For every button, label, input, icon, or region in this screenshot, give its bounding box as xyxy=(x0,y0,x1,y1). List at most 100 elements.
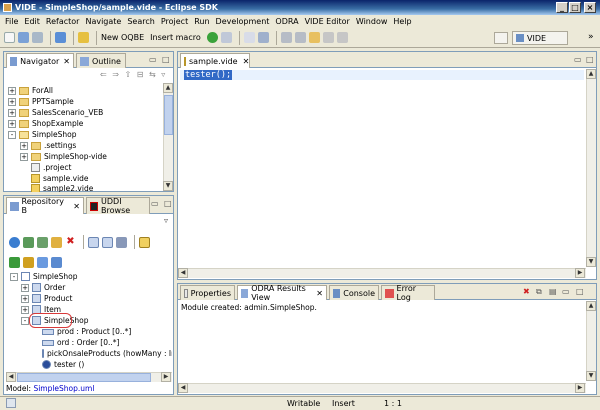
minimize-view-icon[interactable]: ▭ xyxy=(562,287,570,296)
scroll-down-arrow-icon[interactable]: ▼ xyxy=(586,371,596,381)
scroll-down-arrow-icon[interactable]: ▼ xyxy=(163,181,173,191)
tab-navigator[interactable]: Navigator ✕ xyxy=(6,53,74,68)
tab-properties[interactable]: Properties xyxy=(180,285,235,300)
editor-hscrollbar[interactable]: ◀ ▶ xyxy=(178,268,586,278)
new-file-icon[interactable] xyxy=(4,32,15,43)
settings-gear-icon[interactable] xyxy=(116,236,127,248)
close-icon[interactable]: ✕ xyxy=(73,202,80,211)
view-menu-icon[interactable]: ▿ xyxy=(161,70,165,79)
list-item[interactable]: + SimpleShop-vide xyxy=(20,151,107,162)
maximize-button[interactable]: □ xyxy=(569,2,581,13)
scroll-thumb[interactable] xyxy=(164,95,173,135)
back-arrow-icon[interactable]: ⇐ xyxy=(100,70,107,79)
collapse-all-icon[interactable]: ⊟ xyxy=(137,70,144,79)
navigator-scrollbar[interactable]: ▲ ▼ xyxy=(163,83,173,191)
expand-toggle[interactable]: + xyxy=(8,97,16,106)
tab-repository-browser[interactable]: Repository B ✕ xyxy=(6,197,84,215)
view-menu-icon[interactable]: ▿ xyxy=(164,216,168,225)
tab-sample-vide[interactable]: sample.vide ✕ xyxy=(180,53,250,68)
menu-run[interactable]: Run xyxy=(191,17,212,26)
fast-view-icon[interactable] xyxy=(6,398,16,408)
close-icon[interactable]: ✕ xyxy=(63,57,70,66)
macro-icon[interactable] xyxy=(23,256,34,268)
insert-macro-button[interactable]: Insert macro xyxy=(150,33,201,42)
list-item[interactable]: + .settings xyxy=(20,140,76,151)
expand-toggle[interactable]: - xyxy=(8,130,16,139)
delete-icon[interactable]: ✖ xyxy=(65,236,76,248)
list-item[interactable]: prod : Product [0..*] xyxy=(42,326,131,337)
up-icon[interactable]: ⇧ xyxy=(125,70,132,79)
class-view-icon[interactable] xyxy=(102,236,113,248)
scroll-right-arrow-icon[interactable]: ▶ xyxy=(575,268,585,278)
scroll-right-arrow-icon[interactable]: ▶ xyxy=(575,383,585,393)
vide-perspective-button[interactable]: VIDE xyxy=(512,31,568,45)
list-item[interactable]: - SimpleShop xyxy=(10,271,77,282)
diagram-icon[interactable] xyxy=(51,256,62,268)
scroll-up-arrow-icon[interactable]: ▲ xyxy=(586,69,596,79)
maximize-view-icon[interactable]: □ xyxy=(576,287,584,296)
expand-toggle[interactable]: - xyxy=(21,316,29,325)
import-icon[interactable] xyxy=(37,236,48,248)
expand-toggle[interactable]: + xyxy=(21,305,29,314)
forward-icon[interactable] xyxy=(336,32,348,43)
list-item[interactable]: sample.vide xyxy=(31,173,89,184)
maximize-view-icon[interactable]: □ xyxy=(586,55,594,64)
more-perspectives-button[interactable]: » xyxy=(588,32,594,42)
tab-odra-results[interactable]: ODRA Results View ✕ xyxy=(237,284,327,302)
connect-icon[interactable] xyxy=(9,236,20,248)
expand-toggle[interactable]: - xyxy=(10,272,18,281)
list-item[interactable]: .project xyxy=(31,162,71,173)
scroll-thumb[interactable] xyxy=(17,373,151,382)
list-item[interactable]: + Order xyxy=(21,282,65,293)
menu-development[interactable]: Development xyxy=(213,17,273,26)
back-icon[interactable] xyxy=(322,32,334,43)
tab-outline[interactable]: Outline xyxy=(76,53,126,68)
scroll-up-arrow-icon[interactable]: ▲ xyxy=(163,83,173,93)
menu-help[interactable]: Help xyxy=(390,17,414,26)
list-item[interactable]: ord : Order [0..*] xyxy=(42,337,119,348)
code-line[interactable]: tester(); xyxy=(184,70,233,80)
new-oqbe-button[interactable]: New OQBE xyxy=(101,33,144,42)
scroll-left-arrow-icon[interactable]: ◀ xyxy=(178,383,188,393)
console-view-icon[interactable]: ▤ xyxy=(549,287,557,296)
add-icon[interactable] xyxy=(9,256,20,268)
run-icon[interactable] xyxy=(206,32,218,43)
edit-icon[interactable] xyxy=(51,236,62,248)
expand-toggle[interactable]: + xyxy=(21,294,29,303)
scroll-left-arrow-icon[interactable]: ◀ xyxy=(6,372,16,382)
minimize-view-icon[interactable]: ▭ xyxy=(149,55,157,64)
print-icon[interactable] xyxy=(32,32,43,43)
menu-refactor[interactable]: Refactor xyxy=(43,17,83,26)
tab-uddi-browser[interactable]: UDDI Browse xyxy=(86,197,150,215)
menu-search[interactable]: Search xyxy=(124,17,157,26)
menu-vide-editor[interactable]: VIDE Editor xyxy=(302,17,353,26)
expand-toggle[interactable]: + xyxy=(8,86,16,95)
maximize-view-icon[interactable]: □ xyxy=(164,199,172,208)
results-hscrollbar[interactable]: ◀ ▶ xyxy=(178,383,586,393)
maximize-view-icon[interactable]: □ xyxy=(162,55,170,64)
database-icon[interactable] xyxy=(257,32,269,43)
list-item[interactable]: + SalesScenario_VEB xyxy=(8,107,103,118)
menu-edit[interactable]: Edit xyxy=(21,17,43,26)
code-editor[interactable]: tester(); xyxy=(184,70,233,80)
menu-odra[interactable]: ODRA xyxy=(272,17,301,26)
pencil-icon[interactable] xyxy=(78,32,89,43)
link-editor-icon[interactable]: ⇆ xyxy=(149,70,156,79)
open-type-icon[interactable] xyxy=(55,32,66,43)
minimize-button[interactable]: _ xyxy=(556,2,568,13)
menu-file[interactable]: File xyxy=(2,17,21,26)
export-icon[interactable] xyxy=(139,236,150,248)
close-button[interactable]: × xyxy=(584,2,596,13)
scroll-down-arrow-icon[interactable]: ▼ xyxy=(586,257,596,267)
results-vscrollbar[interactable]: ▲ ▼ xyxy=(586,301,596,381)
previous-annotation-icon[interactable] xyxy=(294,32,306,43)
menu-window[interactable]: Window xyxy=(353,17,391,26)
next-annotation-icon[interactable] xyxy=(280,32,292,43)
close-icon[interactable]: ✕ xyxy=(316,289,323,298)
last-edit-icon[interactable] xyxy=(308,32,320,43)
model-link[interactable]: SimpleShop.uml xyxy=(33,384,94,393)
menu-navigate[interactable]: Navigate xyxy=(82,17,124,26)
gear-icon[interactable] xyxy=(220,32,232,43)
list-item[interactable]: sample2.vide xyxy=(31,184,93,192)
list-item[interactable]: + ShopExample xyxy=(8,118,83,129)
